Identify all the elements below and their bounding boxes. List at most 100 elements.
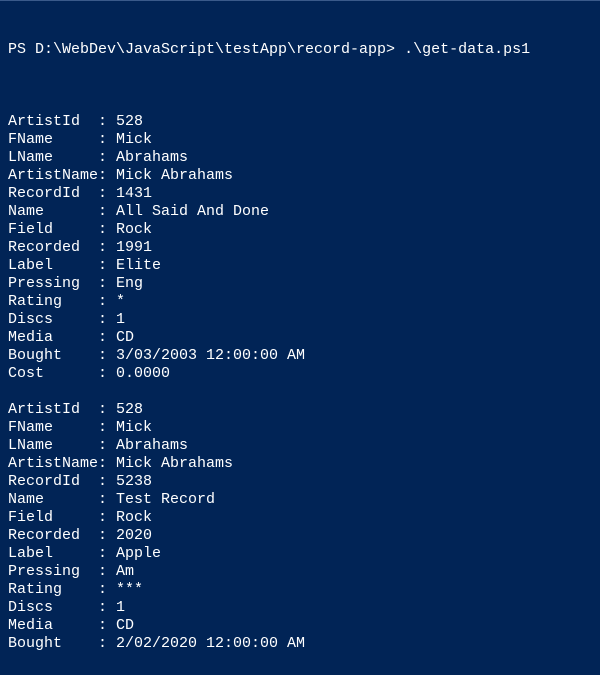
field-separator: :	[98, 221, 116, 239]
field-separator: :	[98, 329, 116, 347]
field-value: Test Record	[116, 491, 215, 509]
field-value: All Said And Done	[116, 203, 269, 221]
field-separator: :	[98, 203, 116, 221]
field-row: Label: Elite	[8, 257, 592, 275]
shell-prompt: PS D:\WebDev\JavaScript\testApp\record-a…	[8, 41, 404, 59]
field-separator: :	[98, 293, 116, 311]
field-value: Rock	[116, 221, 152, 239]
field-key: LName	[8, 149, 98, 167]
field-separator: :	[98, 311, 116, 329]
field-separator: :	[98, 365, 116, 383]
field-row: Pressing: Am	[8, 563, 592, 581]
field-value: Am	[116, 563, 134, 581]
field-separator: :	[98, 419, 116, 437]
field-key: Media	[8, 329, 98, 347]
field-value: Abrahams	[116, 437, 188, 455]
field-value: 1	[116, 599, 125, 617]
field-key: Name	[8, 203, 98, 221]
field-key: Discs	[8, 599, 98, 617]
field-key: ArtistName	[8, 455, 98, 473]
field-value: CD	[116, 617, 134, 635]
records-container: ArtistId: 528FName: MickLName: AbrahamsA…	[8, 113, 592, 653]
field-row: LName: Abrahams	[8, 149, 592, 167]
field-key: Label	[8, 257, 98, 275]
field-separator: :	[98, 167, 116, 185]
field-value: Rock	[116, 509, 152, 527]
field-value: 5238	[116, 473, 152, 491]
field-row: Discs: 1	[8, 311, 592, 329]
field-row: Bought: 3/03/2003 12:00:00 AM	[8, 347, 592, 365]
field-row: Cost: 0.0000	[8, 365, 592, 383]
field-value: 3/03/2003 12:00:00 AM	[116, 347, 305, 365]
field-value: ***	[116, 581, 143, 599]
field-value: 1431	[116, 185, 152, 203]
field-separator: :	[98, 545, 116, 563]
field-separator: :	[98, 275, 116, 293]
field-key: Field	[8, 221, 98, 239]
field-row: Pressing: Eng	[8, 275, 592, 293]
field-row: ArtistId: 528	[8, 401, 592, 419]
field-value: 1991	[116, 239, 152, 257]
field-row: Label: Apple	[8, 545, 592, 563]
field-key: RecordId	[8, 185, 98, 203]
field-separator: :	[98, 347, 116, 365]
field-separator: :	[98, 527, 116, 545]
field-key: ArtistId	[8, 113, 98, 131]
field-key: LName	[8, 437, 98, 455]
field-separator: :	[98, 149, 116, 167]
field-row: RecordId: 1431	[8, 185, 592, 203]
field-value: Apple	[116, 545, 161, 563]
field-separator: :	[98, 455, 116, 473]
field-key: Pressing	[8, 275, 98, 293]
field-value: 1	[116, 311, 125, 329]
field-key: Recorded	[8, 239, 98, 257]
field-value: 0.0000	[116, 365, 170, 383]
field-separator: :	[98, 131, 116, 149]
field-key: Name	[8, 491, 98, 509]
field-row: RecordId: 5238	[8, 473, 592, 491]
field-value: Mick	[116, 131, 152, 149]
terminal-output[interactable]: PS D:\WebDev\JavaScript\testApp\record-a…	[0, 0, 600, 675]
field-key: Bought	[8, 347, 98, 365]
field-key: ArtistName	[8, 167, 98, 185]
field-key: Rating	[8, 581, 98, 599]
field-row: Discs: 1	[8, 599, 592, 617]
prompt-line: PS D:\WebDev\JavaScript\testApp\record-a…	[8, 41, 592, 59]
field-row: Recorded: 2020	[8, 527, 592, 545]
field-value: Eng	[116, 275, 143, 293]
field-row: Recorded: 1991	[8, 239, 592, 257]
record-block: ArtistId: 528FName: MickLName: AbrahamsA…	[8, 401, 592, 653]
field-value: 2020	[116, 527, 152, 545]
field-value: 528	[116, 401, 143, 419]
field-separator: :	[98, 239, 116, 257]
field-row: Rating: ***	[8, 581, 592, 599]
field-value: Mick Abrahams	[116, 167, 233, 185]
field-separator: :	[98, 113, 116, 131]
field-separator: :	[98, 563, 116, 581]
field-separator: :	[98, 617, 116, 635]
field-value: 2/02/2020 12:00:00 AM	[116, 635, 305, 653]
command-text: .\get-data.ps1	[404, 41, 530, 59]
field-key: Rating	[8, 293, 98, 311]
field-row: ArtistName: Mick Abrahams	[8, 167, 592, 185]
field-key: RecordId	[8, 473, 98, 491]
field-separator: :	[98, 509, 116, 527]
field-key: Bought	[8, 635, 98, 653]
field-row: FName: Mick	[8, 419, 592, 437]
field-key: FName	[8, 419, 98, 437]
field-separator: :	[98, 437, 116, 455]
field-row: Field: Rock	[8, 509, 592, 527]
field-value: 528	[116, 113, 143, 131]
field-key: FName	[8, 131, 98, 149]
field-row: Name: Test Record	[8, 491, 592, 509]
field-separator: :	[98, 185, 116, 203]
field-value: Mick	[116, 419, 152, 437]
field-row: Rating: *	[8, 293, 592, 311]
field-row: Media: CD	[8, 329, 592, 347]
record-block: ArtistId: 528FName: MickLName: AbrahamsA…	[8, 113, 592, 383]
field-separator: :	[98, 599, 116, 617]
field-key: Discs	[8, 311, 98, 329]
field-row: ArtistId: 528	[8, 113, 592, 131]
field-value: Abrahams	[116, 149, 188, 167]
field-row: ArtistName: Mick Abrahams	[8, 455, 592, 473]
